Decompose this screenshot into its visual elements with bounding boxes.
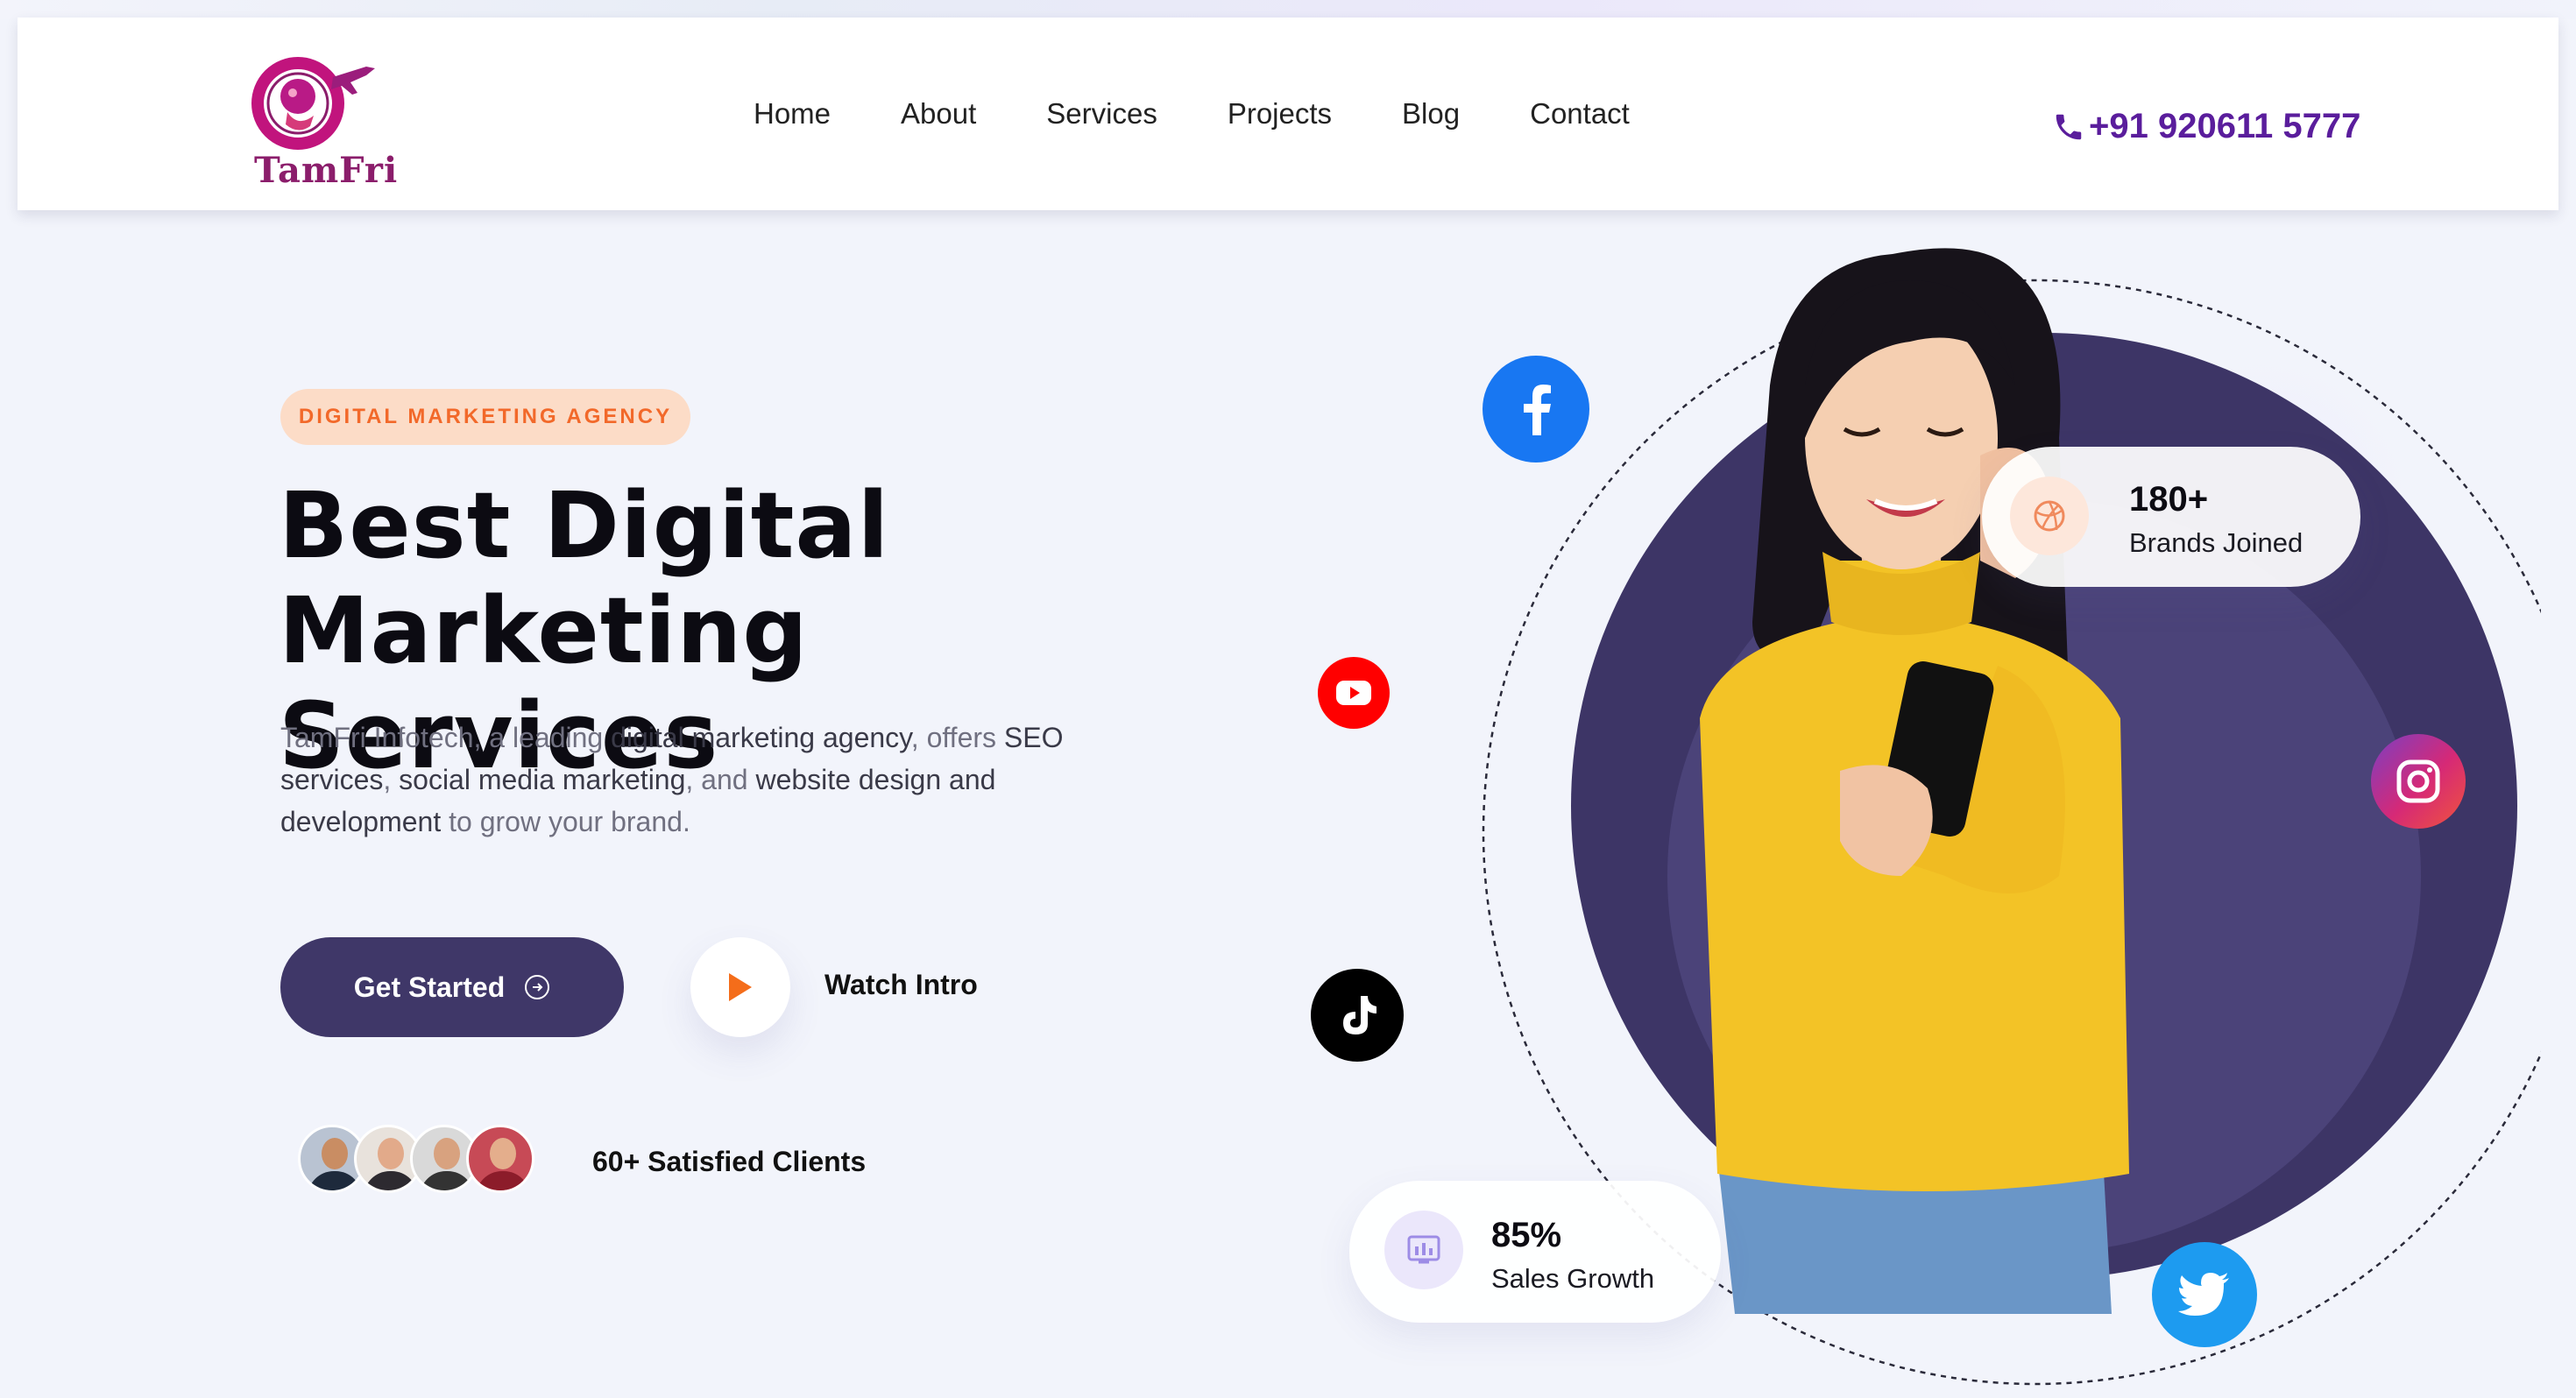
phone-icon [2056,114,2082,139]
hero-visual: 180+ Brands Joined 85% Sales Growth [1227,210,2541,1398]
client-avatar [466,1125,534,1193]
instagram-icon[interactable] [2371,734,2466,829]
desc-text: , [383,764,400,795]
satisfied-clients-label: 60+ Satisfied Clients [592,1146,867,1177]
brands-joined-card: 180+ Brands Joined [1982,447,2360,587]
dribbble-icon [2010,477,2089,555]
get-started-button[interactable]: Get Started [280,937,624,1037]
watch-intro-link[interactable]: Watch Intro [824,969,978,1001]
arrow-right-circle-icon [525,975,550,999]
logo-text: TamFri [254,150,399,191]
site-header: TamFri Home About Services Projects Blog… [18,18,2558,210]
nav-services[interactable]: Services [1046,97,1157,131]
hero-title-line-1: Best Digital [279,472,890,579]
desc-keyword: social media marketing [399,764,686,795]
nav-blog[interactable]: Blog [1402,97,1460,131]
play-intro-button[interactable] [690,937,790,1037]
desc-text: , offers [910,722,1004,753]
chart-icon [1384,1211,1463,1289]
logo-emblem-icon [251,57,375,150]
logo[interactable]: TamFri [235,51,397,200]
sales-growth-card: 85% Sales Growth [1349,1181,1721,1323]
desc-text: to grow your brand. [441,806,690,837]
play-icon [729,973,752,1001]
brands-joined-label: Brands Joined [2129,527,2304,558]
sales-growth-label: Sales Growth [1491,1263,1655,1294]
phone-number: +91 920611 5777 [2089,107,2361,145]
nav-home[interactable]: Home [754,97,831,131]
desc-keyword: digital marketing agency [611,722,911,753]
youtube-icon[interactable] [1318,657,1390,729]
hero-description: TamFri Infotech, a leading digital marke… [280,717,1086,843]
agency-badge: DIGITAL MARKETING AGENCY [280,389,690,445]
facebook-icon[interactable] [1483,356,1589,462]
desc-text: , and [685,764,756,795]
nav-projects[interactable]: Projects [1228,97,1332,131]
nav-contact[interactable]: Contact [1530,97,1630,131]
client-avatars [298,1125,534,1195]
sales-growth-value: 85% [1491,1216,1562,1254]
get-started-label: Get Started [353,971,506,1003]
tiktok-icon[interactable] [1311,969,1404,1062]
main-nav: Home About Services Projects Blog Contac… [754,18,1700,210]
top-decor-strip [0,0,2576,19]
brands-joined-value: 180+ [2129,480,2209,519]
desc-text: TamFri Infotech, a leading [280,722,612,753]
twitter-icon[interactable] [2152,1242,2257,1347]
nav-about[interactable]: About [901,97,976,131]
phone-link[interactable]: +91 920611 5777 [2052,107,2360,146]
